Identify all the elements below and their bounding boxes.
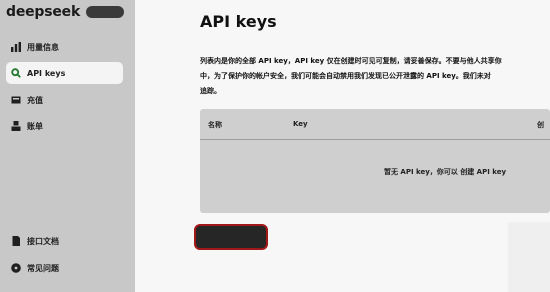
column-header-name: 名称: [208, 121, 222, 129]
sidebar-item-label: 账单: [27, 121, 43, 131]
page-title: API keys: [200, 12, 277, 31]
sidebar-item-api-keys[interactable]: API keys: [6, 62, 123, 84]
brand-logo-text: deepseek: [6, 4, 81, 20]
sidebar-item-label: API keys: [27, 68, 66, 78]
column-header-created: 创: [537, 121, 544, 129]
account-badge[interactable]: [86, 6, 125, 18]
sidebar-item-faq[interactable]: 常见问题: [6, 257, 123, 279]
sidebar-item-label: 接口文档: [27, 236, 59, 246]
help-icon: [11, 263, 21, 273]
page-description: 列表内是你的全部 API key，API key 仅在创建时可见可复制，请妥善保…: [200, 54, 550, 99]
description-line: 中，为了保护你的帐户安全，我们可能会自动禁用我们发现已公开泄露的 API key…: [200, 72, 491, 80]
sidebar: deepseek 用量信息 API keys 充值 账单 接口文档 常见问题: [0, 0, 135, 292]
empty-state-text[interactable]: 暂无 API key，你可以 创建 API key: [384, 167, 506, 177]
document-icon: [11, 236, 21, 246]
sidebar-item-usage[interactable]: 用量信息: [6, 36, 123, 58]
table-header: 名称 Key 创: [200, 109, 550, 140]
person-icon: [11, 121, 21, 131]
sidebar-item-billing[interactable]: 账单: [6, 115, 123, 137]
sidebar-item-label: 常见问题: [27, 263, 59, 273]
search-icon: [11, 68, 21, 78]
sidebar-item-docs[interactable]: 接口文档: [6, 230, 123, 252]
bar-chart-icon: [11, 42, 21, 52]
sidebar-item-label: 充值: [27, 95, 43, 105]
description-line: 追踪。: [200, 87, 221, 95]
description-line: 列表内是你的全部 API key，API key 仅在创建时可见可复制，请妥善保…: [200, 57, 502, 65]
main-content: API keys 列表内是你的全部 API key，API key 仅在创建时可…: [135, 0, 550, 292]
column-header-key: Key: [293, 120, 308, 128]
wallet-icon: [11, 95, 21, 105]
api-keys-table: 名称 Key 创 暂无 API key，你可以 创建 API key: [200, 109, 550, 213]
sidebar-item-label: 用量信息: [27, 42, 59, 52]
sidebar-item-topup[interactable]: 充值: [6, 89, 123, 111]
corner-panel: [508, 222, 550, 292]
create-api-key-button[interactable]: [194, 224, 268, 250]
brand[interactable]: deepseek: [6, 3, 125, 21]
